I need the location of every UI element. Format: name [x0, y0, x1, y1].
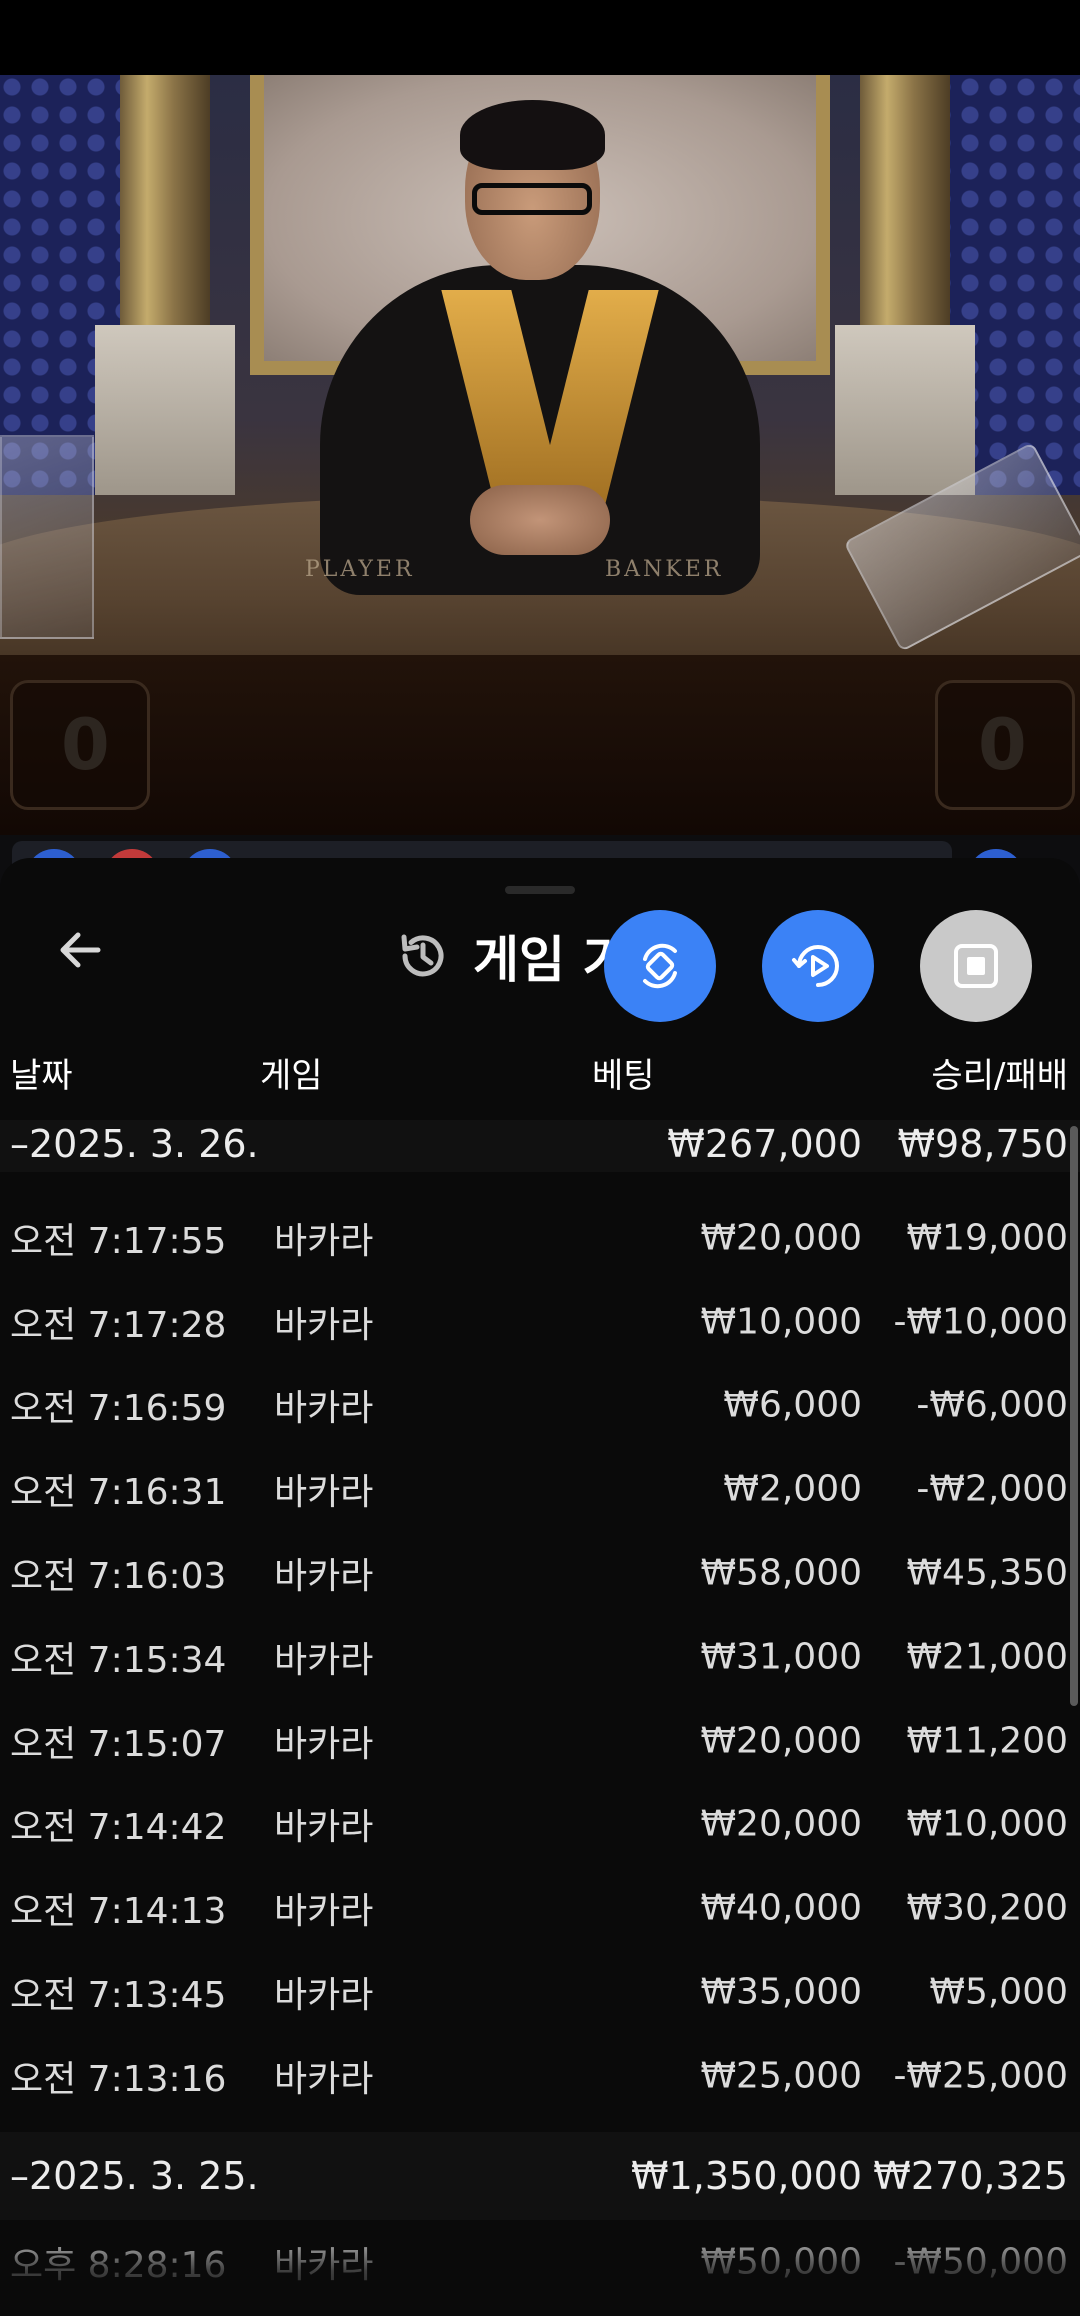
table-row[interactable]: 오전 7:14:42 바카라 ₩20,000 ₩10,000 [0, 1783, 1080, 1867]
rotate-device-icon [643, 943, 677, 989]
row-game: 바카라 [274, 1891, 374, 1933]
row-bet: ₩40,000 [700, 1887, 862, 1929]
row-result: -₩6,000 [916, 1384, 1068, 1426]
table-row[interactable]: 오전 7:17:28 바카라 ₩10,000 -₩10,000 [0, 1280, 1080, 1364]
row-game: 바카라 [274, 1388, 374, 1430]
history-icon [401, 934, 444, 977]
table-row[interactable]: 오전 7:16:31 바카라 ₩2,000 -₩2,000 [0, 1447, 1080, 1531]
row-game: 바카라 [274, 2058, 374, 2100]
row-time: 오전 7:16:03 [10, 1556, 227, 1598]
row-time: 오전 7:14:13 [10, 1891, 227, 1933]
row-game: 바카라 [274, 1639, 374, 1681]
table-row[interactable]: 오전 7:13:16 바카라 ₩25,000 -₩25,000 [0, 2034, 1080, 2118]
column-header-date[interactable]: 날짜 [10, 1048, 73, 1097]
row-bet: ₩20,000 [700, 1217, 862, 1259]
row-game: 바카라 [274, 1975, 374, 2017]
row-result: ₩5,000 [929, 1971, 1068, 2013]
row-bet: ₩31,000 [700, 1636, 862, 1678]
scrollbar[interactable] [1070, 1126, 1078, 1706]
video-pillar-base [95, 325, 235, 495]
group-date: –2025. 3. 26. [10, 1122, 259, 1166]
table-label-player: PLAYER [305, 557, 415, 582]
row-time: 오전 7:17:28 [10, 1304, 227, 1346]
row-game: 바카라 [274, 1723, 374, 1765]
row-game: 바카라 [274, 2244, 374, 2286]
player-score: 0 [10, 680, 150, 810]
table-rail [0, 655, 1080, 835]
row-time: 오전 7:17:55 [10, 1220, 227, 1262]
row-game: 바카라 [274, 1304, 374, 1346]
row-time: 오후 8:28:16 [10, 2244, 227, 2286]
row-bet: ₩2,000 [723, 1468, 862, 1510]
group-result-total: ₩98,750 [897, 1122, 1068, 1166]
game-history-sheet: 게임 기록 날짜 게임 베팅 승리/패배 –2025. 3. 26. ₩267,… [0, 858, 1080, 2316]
row-bet: ₩35,000 [700, 1971, 862, 2013]
row-time: 오전 7:15:07 [10, 1723, 227, 1765]
back-button[interactable] [50, 920, 110, 980]
row-result: ₩19,000 [906, 1217, 1068, 1259]
row-result: ₩45,350 [906, 1552, 1068, 1594]
table-row[interactable]: 오전 7:15:07 바카라 ₩20,000 ₩11,200 [0, 1699, 1080, 1783]
row-result: -₩25,000 [893, 2055, 1068, 2097]
row-result: -₩50,000 [893, 2241, 1068, 2283]
table-row[interactable]: 오전 7:13:45 바카라 ₩35,000 ₩5,000 [0, 1950, 1080, 2034]
rotate-button[interactable] [604, 910, 716, 1022]
row-result: -₩10,000 [893, 1301, 1068, 1343]
row-result: ₩30,200 [906, 1887, 1068, 1929]
table-label-banker: BANKER [605, 557, 724, 582]
table-row[interactable]: 오후 8:28:16 바카라 ₩50,000 -₩50,000 [0, 2220, 1080, 2304]
row-game: 바카라 [274, 1220, 374, 1262]
table-row[interactable]: 오전 7:15:34 바카라 ₩31,000 ₩21,000 [0, 1615, 1080, 1699]
dealer-glasses [472, 183, 592, 215]
row-result: ₩21,000 [906, 1636, 1068, 1678]
row-time: 오전 7:14:42 [10, 1807, 227, 1849]
date-group-row[interactable]: –2025. 3. 26. ₩267,000 ₩98,750 [0, 1120, 1080, 1172]
column-header-game[interactable]: 게임 [260, 1048, 323, 1097]
stop-button[interactable] [920, 910, 1032, 1022]
table-row[interactable]: 오전 7:17:55 바카라 ₩20,000 ₩19,000 [0, 1196, 1080, 1280]
dealer-hair [460, 100, 605, 170]
row-game: 바카라 [274, 1556, 374, 1598]
row-bet: ₩10,000 [700, 1301, 862, 1343]
column-header-bet[interactable]: 베팅 [592, 1048, 655, 1097]
row-result: ₩10,000 [906, 1803, 1068, 1845]
row-bet: ₩6,000 [723, 1384, 862, 1426]
stop-square-icon [954, 944, 998, 988]
card-discard-tray [0, 435, 94, 639]
group-result-total: ₩270,325 [873, 2153, 1068, 2198]
row-bet: ₩50,000 [700, 2241, 862, 2283]
table-row[interactable]: 오전 7:16:03 바카라 ₩58,000 ₩45,350 [0, 1531, 1080, 1615]
row-time: 오전 7:16:31 [10, 1472, 227, 1514]
column-header-result[interactable]: 승리/패배 [931, 1048, 1068, 1097]
row-bet: ₩25,000 [700, 2055, 862, 2097]
row-bet: ₩20,000 [700, 1720, 862, 1762]
arrow-left-icon [60, 932, 101, 968]
row-bet: ₩20,000 [700, 1803, 862, 1845]
status-bar [0, 0, 1080, 75]
sheet-grabber[interactable] [505, 886, 575, 894]
replay-button[interactable] [762, 910, 874, 1022]
row-time: 오전 7:13:45 [10, 1975, 227, 2017]
row-bet: ₩58,000 [700, 1552, 862, 1594]
group-bet-total: ₩267,000 [667, 1122, 862, 1166]
row-time: 오전 7:15:34 [10, 1639, 227, 1681]
history-list[interactable]: –2025. 3. 26. ₩267,000 ₩98,750 오전 7:17:5… [0, 1120, 1080, 2316]
table-row[interactable]: 오전 7:16:59 바카라 ₩6,000 -₩6,000 [0, 1364, 1080, 1448]
group-date: –2025. 3. 25. [10, 2153, 259, 2198]
row-result: -₩2,000 [916, 1468, 1068, 1510]
video-pillar-base [835, 325, 975, 495]
row-result: ₩11,200 [906, 1720, 1068, 1762]
row-time: 오전 7:13:16 [10, 2058, 227, 2100]
group-bet-total: ₩1,350,000 [631, 2153, 862, 2198]
row-game: 바카라 [274, 1472, 374, 1514]
banker-score: 0 [935, 680, 1075, 810]
table-row[interactable]: 오전 7:14:13 바카라 ₩40,000 ₩30,200 [0, 1866, 1080, 1950]
live-video-feed[interactable]: PLAYER BANKER 0 0 [0, 75, 1080, 835]
date-group-row[interactable]: –2025. 3. 25. ₩1,350,000 ₩270,325 [0, 2131, 1080, 2220]
replay-play-icon [792, 945, 839, 987]
row-time: 오전 7:16:59 [10, 1388, 227, 1430]
dealer-hands [470, 485, 610, 555]
row-game: 바카라 [274, 1807, 374, 1849]
